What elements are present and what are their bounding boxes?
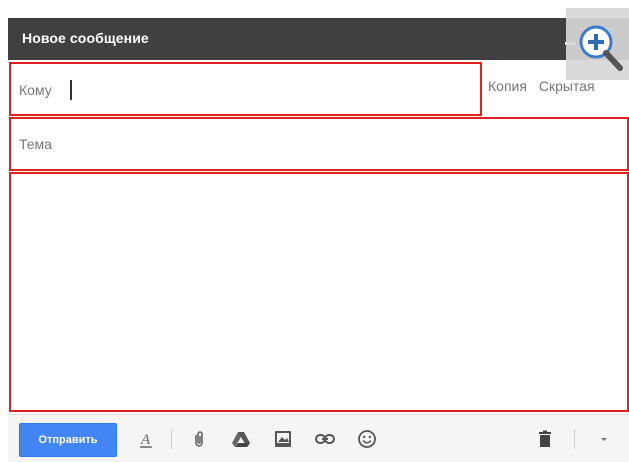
compose-toolbar: Отправить A bbox=[8, 414, 629, 462]
zoom-in-icon[interactable] bbox=[566, 8, 629, 80]
insert-photo-icon[interactable] bbox=[273, 429, 293, 449]
insert-link-icon[interactable] bbox=[314, 429, 335, 449]
compose-title: Новое сообщение bbox=[22, 30, 149, 46]
drive-icon[interactable] bbox=[231, 429, 251, 449]
cc-bcc-links: Копия Скрытая bbox=[488, 78, 603, 94]
subject-placeholder: Тема bbox=[19, 136, 52, 152]
svg-text:A: A bbox=[140, 432, 151, 448]
emoji-icon[interactable] bbox=[357, 429, 377, 449]
toolbar-divider bbox=[574, 429, 575, 449]
text-cursor bbox=[70, 80, 72, 100]
bcc-link[interactable]: Скрытая bbox=[539, 78, 595, 94]
to-label: Кому bbox=[19, 82, 52, 98]
trash-icon[interactable] bbox=[535, 429, 555, 449]
subject-field[interactable]: Тема bbox=[9, 117, 629, 171]
send-button[interactable]: Отправить bbox=[19, 423, 117, 457]
message-body[interactable] bbox=[9, 172, 629, 412]
compose-titlebar[interactable]: Новое сообщение bbox=[8, 18, 629, 60]
cc-link[interactable]: Копия bbox=[488, 78, 527, 94]
more-options-icon[interactable] bbox=[594, 429, 614, 449]
toolbar-divider bbox=[171, 429, 172, 449]
to-field[interactable]: Кому bbox=[9, 62, 482, 116]
format-text-icon[interactable]: A bbox=[136, 429, 156, 449]
attach-icon[interactable] bbox=[189, 429, 209, 449]
compose-window: Новое сообщение Кому Копия Скрытая Тема … bbox=[0, 0, 629, 462]
